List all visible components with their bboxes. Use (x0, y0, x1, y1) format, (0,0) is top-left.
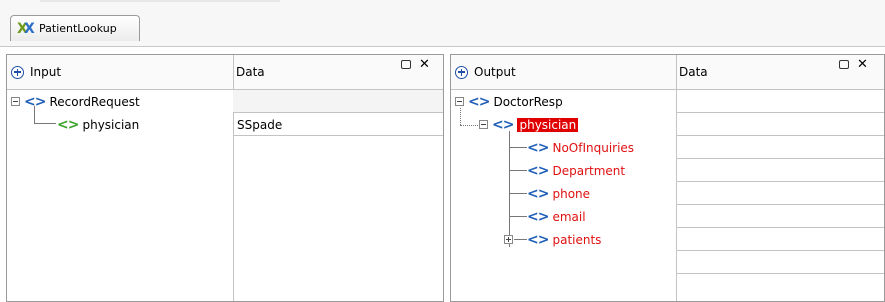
close-icon[interactable]: ✕ (857, 58, 868, 71)
input-panel: Input Data ✕ <> RecordRequest <> physici… (6, 54, 444, 302)
element-tag-icon: <> (527, 231, 549, 248)
tree-node-physician[interactable]: <> physician (479, 113, 579, 136)
tree-node-noofinquiries[interactable]: <> NoOfInquiries (527, 136, 634, 159)
table-row (233, 90, 443, 113)
tree-node-phone[interactable]: <> phone (527, 182, 590, 205)
table-row (676, 182, 884, 205)
tree-connector (460, 125, 480, 126)
expand-icon[interactable] (504, 235, 513, 244)
tree-node-department[interactable]: <> Department (527, 159, 625, 182)
tab-bar-highlight (40, 0, 280, 2)
input-data-header-label: Data (236, 65, 265, 79)
element-tag-icon: <> (57, 116, 79, 133)
output-panel-header: Output Data ✕ (451, 55, 884, 90)
node-label: email (552, 209, 586, 224)
table-row (676, 228, 884, 251)
node-label: Department (552, 163, 626, 178)
collapse-icon[interactable] (479, 120, 488, 129)
output-data-header-label: Data (679, 65, 708, 79)
node-label: phone (552, 186, 591, 201)
input-column-header[interactable]: Input (7, 55, 61, 89)
tree-node-physician[interactable]: <> physician (57, 113, 139, 136)
element-tag-icon: <> (527, 139, 549, 156)
output-panel: Output Data ✕ <> DoctorResp <> physician (450, 54, 885, 302)
node-label: NoOfInquiries (552, 140, 635, 155)
tree-node-doctorresp[interactable]: <> DoctorResp (455, 90, 563, 113)
table-row (676, 205, 884, 228)
node-label: physician (517, 117, 579, 132)
physician-value[interactable]: SSpade (237, 113, 282, 136)
element-tag-icon: <> (24, 93, 46, 110)
close-icon[interactable]: ✕ (419, 58, 430, 71)
tree-connector (509, 216, 527, 217)
output-window-controls: ✕ (839, 58, 868, 71)
element-tag-icon: <> (527, 185, 549, 202)
input-header-label: Input (30, 65, 62, 79)
maximize-icon[interactable] (401, 60, 411, 69)
add-icon[interactable] (11, 65, 24, 79)
input-data-column-header[interactable]: Data (233, 55, 265, 89)
element-tag-icon: <> (527, 208, 549, 225)
editor-tab-bar: XX PatientLookup (0, 0, 885, 47)
xx-logo-icon: XX (17, 20, 35, 37)
input-window-controls: ✕ (401, 58, 430, 71)
add-icon[interactable] (455, 65, 468, 79)
node-label: patients (552, 232, 602, 247)
output-column-header[interactable]: Output (451, 55, 516, 89)
table-row (676, 251, 884, 274)
output-data-column-header[interactable]: Data (676, 55, 708, 89)
maximize-icon[interactable] (839, 60, 849, 69)
tree-connector (509, 193, 527, 194)
output-header-label: Output (474, 65, 516, 79)
node-label: physician (82, 117, 140, 132)
tab-patientlookup[interactable]: XX PatientLookup (10, 15, 140, 41)
node-label: RecordRequest (49, 94, 140, 109)
table-row (676, 159, 884, 182)
element-tag-icon: <> (527, 162, 549, 179)
table-row (676, 113, 884, 136)
tree-connector (509, 170, 527, 171)
table-row (676, 90, 884, 113)
tree-node-recordrequest[interactable]: <> RecordRequest (11, 90, 140, 113)
element-tag-icon: <> (492, 116, 514, 133)
node-label: DoctorResp (493, 94, 563, 109)
collapse-icon[interactable] (455, 97, 464, 106)
tree-node-patients[interactable]: <> patients (504, 228, 601, 251)
input-panel-header: Input Data ✕ (7, 55, 443, 90)
tab-label: PatientLookup (39, 22, 117, 35)
tree-connector (509, 147, 527, 148)
element-tag-icon: <> (468, 93, 490, 110)
tree-connector (34, 123, 56, 124)
collapse-icon[interactable] (11, 97, 20, 106)
tree-node-email[interactable]: <> email (527, 205, 586, 228)
table-row (676, 136, 884, 159)
